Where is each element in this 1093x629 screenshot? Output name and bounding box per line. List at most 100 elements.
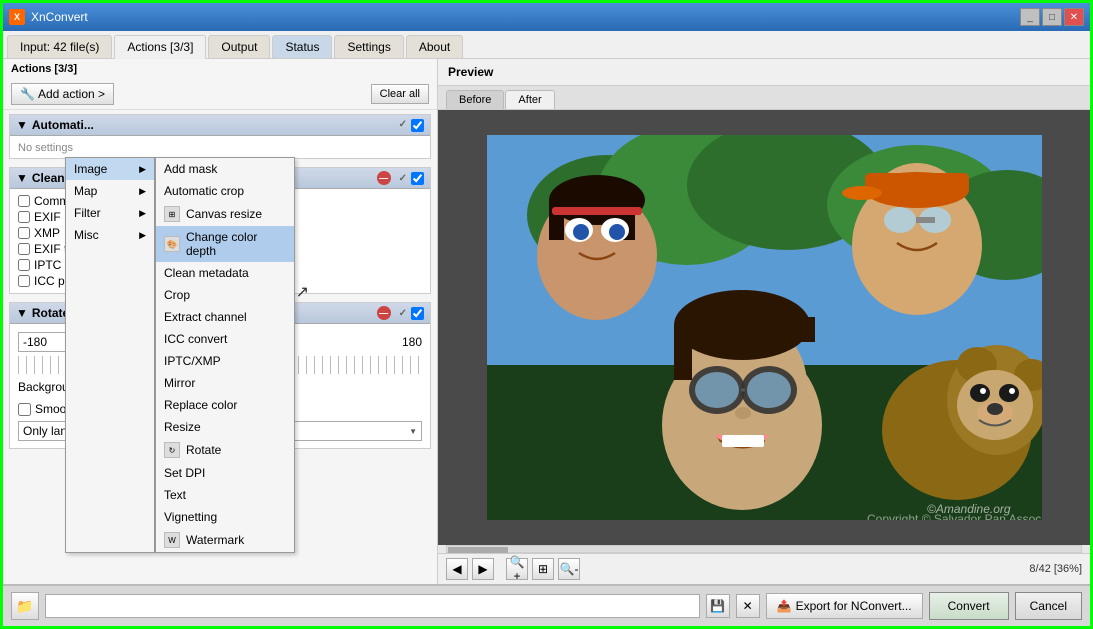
comment-checkbox[interactable] — [18, 195, 30, 207]
no-settings-label: No settings — [18, 140, 73, 156]
title-bar: X XnConvert _ □ ✕ — [3, 3, 1090, 31]
dropdown-arrow-icon: ▼ — [409, 427, 417, 436]
section-rotate-enabled[interactable] — [411, 307, 424, 320]
cancel-button[interactable]: Cancel — [1015, 592, 1082, 620]
clear-all-button[interactable]: Clear all — [371, 84, 429, 104]
tab-settings[interactable]: Settings — [334, 35, 403, 58]
menu-vignetting[interactable]: Vignetting — [156, 506, 294, 528]
app-icon: X — [9, 9, 25, 25]
tab-before[interactable]: Before — [446, 90, 504, 109]
preview-image: ©Amandine.org Copyright © Salvador Pan A… — [487, 135, 1042, 520]
rotate-input[interactable] — [18, 332, 78, 352]
rotate-label: An... — [84, 335, 109, 349]
exif-row: EXIF — [18, 209, 422, 225]
watermark-icon: W — [164, 532, 180, 548]
add-action-label: Add action > — [38, 87, 105, 101]
close-button[interactable]: ✕ — [1064, 8, 1084, 26]
xmp-checkbox[interactable] — [18, 227, 30, 239]
preview-tabs: Before After — [438, 86, 1090, 110]
tab-after[interactable]: After — [505, 90, 554, 109]
set-dpi-label: Set DPI — [164, 466, 205, 480]
section-automati-enabled[interactable] — [411, 119, 424, 132]
section-automati-header: ▼ Automati... ✓ — [10, 115, 430, 136]
maximize-button[interactable]: □ — [1042, 8, 1062, 26]
icc-profile-checkbox[interactable] — [18, 275, 30, 287]
tab-output[interactable]: Output — [208, 35, 270, 58]
bg-color-label: Background color — [18, 380, 111, 394]
right-panel: Preview Before After — [438, 59, 1090, 584]
export-label: Export for NConvert... — [796, 599, 912, 613]
rotate-controls: An... 180 — [18, 328, 422, 356]
window-controls: _ □ ✕ — [1020, 8, 1084, 26]
tab-input[interactable]: Input: 42 file(s) — [7, 35, 112, 58]
bg-color-row: Background color — [18, 374, 422, 400]
landscape-dropdown[interactable]: Only landscape ▼ — [18, 421, 422, 441]
prev-button[interactable]: ◀ — [446, 558, 468, 580]
preview-scrollbar[interactable] — [446, 545, 1082, 553]
main-content: Actions [3/3] 🔧 Add action > Clear all ▼… — [3, 59, 1090, 584]
section-collapse-icon: ▼ — [16, 118, 28, 132]
exif-thumbnail-row: EXIF thumbnail — [18, 241, 422, 257]
clean-checked-icon: ✓ — [399, 173, 407, 184]
xmp-row: XMP — [18, 225, 422, 241]
section-clean-title: Clean metadata — [32, 171, 121, 185]
section-automati: ▼ Automati... ✓ No settings — [9, 114, 431, 159]
icc-profile-row: ICC profile — [18, 273, 422, 289]
next-button[interactable]: ▶ — [472, 558, 494, 580]
comment-label: Comment — [34, 194, 86, 208]
smooth-checkbox[interactable] — [18, 403, 31, 416]
fit-button[interactable]: ⊞ — [532, 558, 554, 580]
section-automati-content: No settings — [10, 136, 430, 158]
section-rotate: ▼ Rotate — ✓ An... 180 — [9, 302, 431, 449]
menu-text[interactable]: Text — [156, 484, 294, 506]
smooth-row: Smooth — [18, 400, 422, 418]
svg-text:Copyright © Salvador Pan Assoc: Copyright © Salvador Pan Associates Inc.… — [867, 512, 1042, 520]
section-remove-btn[interactable]: — — [377, 171, 391, 185]
rotate-value: 180 — [402, 335, 422, 349]
export-button[interactable]: 📤 Export for NConvert... — [766, 593, 923, 619]
collapse-icon-3: ▼ — [16, 306, 28, 320]
section-rotate-header: ▼ Rotate — ✓ — [10, 303, 430, 324]
export-icon: 📤 — [777, 599, 792, 613]
comment-row: Comment — [18, 193, 422, 209]
rotate-slider[interactable] — [18, 356, 422, 374]
menu-set-dpi[interactable]: Set DPI — [156, 462, 294, 484]
tab-actions[interactable]: Actions [3/3] — [114, 35, 206, 59]
section-rotate-title: Rotate — [32, 306, 69, 320]
zoom-in-button[interactable]: 🔍+ — [506, 558, 528, 580]
iptc-row: IPTC — [18, 257, 422, 273]
add-action-button[interactable]: 🔧 Add action > — [11, 83, 114, 105]
icc-profile-label: ICC profile — [34, 274, 91, 288]
preview-info: 8/42 [36%] — [1029, 563, 1082, 575]
tab-status[interactable]: Status — [272, 35, 332, 58]
open-folder-button[interactable]: 📁 — [11, 592, 39, 620]
convert-button[interactable]: Convert — [929, 592, 1009, 620]
text-label: Text — [164, 488, 186, 502]
zoom-out-button[interactable]: 🔍- — [558, 558, 580, 580]
left-panel: Actions [3/3] 🔧 Add action > Clear all ▼… — [3, 59, 438, 584]
section-checked-icon: ✓ — [399, 119, 407, 132]
section-clean-enabled[interactable] — [411, 172, 424, 185]
preview-image-area: ©Amandine.org Copyright © Salvador Pan A… — [438, 110, 1090, 545]
iptc-checkbox[interactable] — [18, 259, 30, 271]
save-button[interactable]: 💾 — [706, 594, 730, 618]
preview-header: Preview — [438, 59, 1090, 86]
xmp-label: XMP — [34, 226, 60, 240]
actions-toolbar: 🔧 Add action > Clear all — [3, 79, 437, 110]
output-path-input[interactable] — [45, 594, 700, 618]
bg-color-swatch[interactable] — [119, 377, 139, 397]
section-clean-metadata: ▼ Clean metadata — ✓ Comment EXI — [9, 167, 431, 294]
exif-checkbox[interactable] — [18, 211, 30, 223]
delete-button[interactable]: ✕ — [736, 594, 760, 618]
exif-thumbnail-checkbox[interactable] — [18, 243, 30, 255]
main-window: X XnConvert _ □ ✕ Input: 42 file(s) Acti… — [0, 0, 1093, 629]
dropdown-row: Only landscape ▼ — [18, 418, 422, 444]
tab-about[interactable]: About — [406, 35, 463, 58]
section-rotate-remove-btn[interactable]: — — [377, 306, 391, 320]
section-automati-title: Automati... — [32, 118, 94, 132]
smooth-label: Smooth — [35, 402, 76, 416]
vignetting-label: Vignetting — [164, 510, 217, 524]
section-clean-content: Comment EXIF XMP EXIF thumbnail — [10, 189, 430, 293]
menu-watermark[interactable]: W Watermark — [156, 528, 294, 552]
minimize-button[interactable]: _ — [1020, 8, 1040, 26]
